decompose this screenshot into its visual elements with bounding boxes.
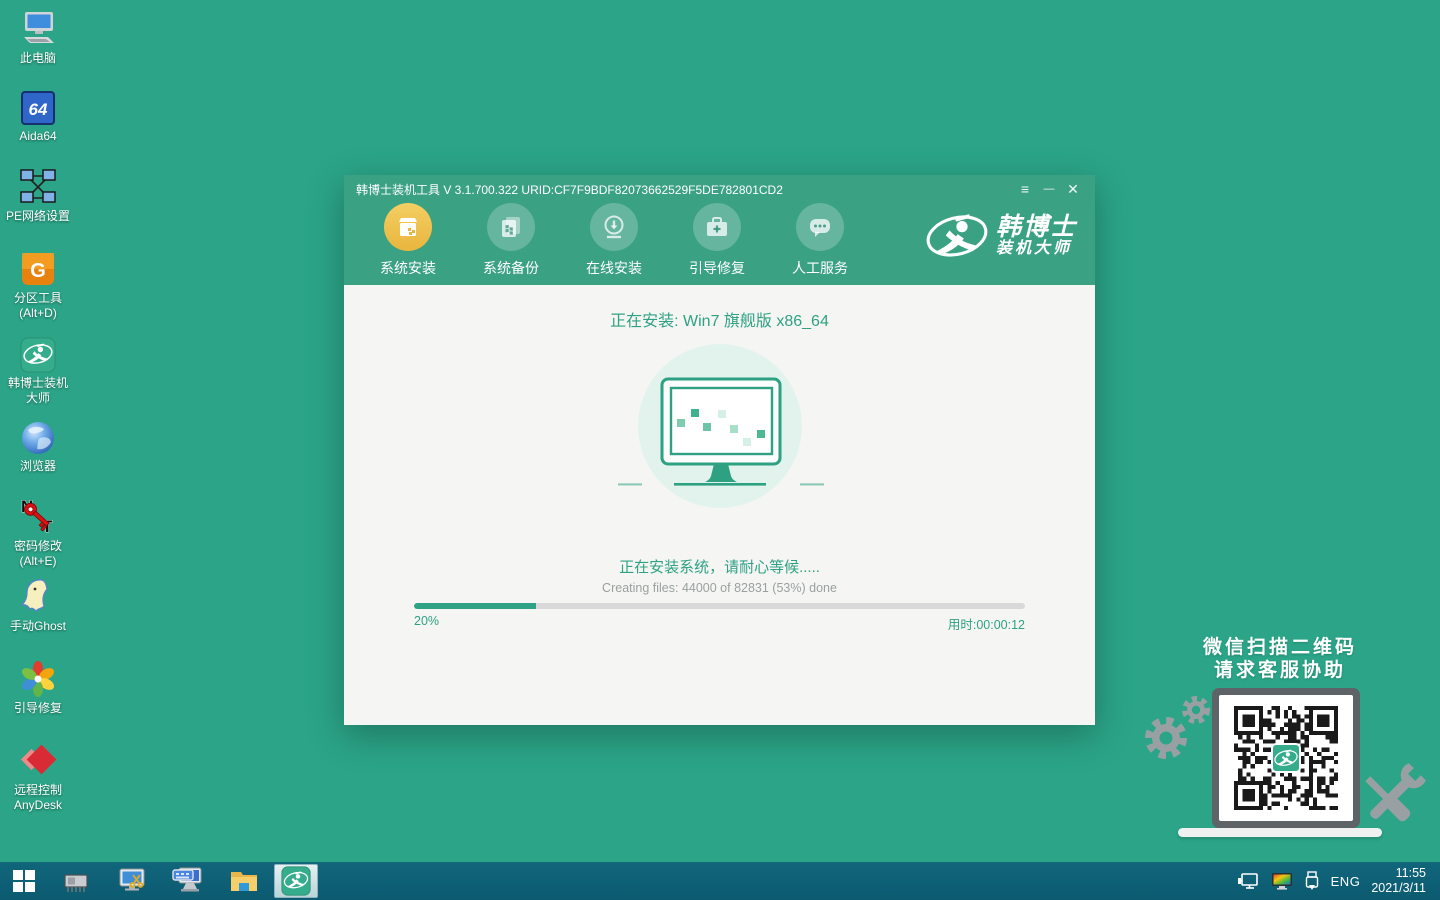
backup-icon — [487, 203, 535, 251]
desktop-icon-boot-repair[interactable]: 引导修复 — [0, 658, 76, 716]
brand-logo: 韩博士 装机大师 — [924, 211, 1077, 261]
desktop-icon-label: 浏览器 — [20, 459, 56, 474]
nt-password-icon: NT — [18, 496, 58, 536]
window-title: 韩博士装机工具 V 3.1.700.322 URID:CF7F9BDF82073… — [356, 181, 1013, 198]
desktop-icon-label2: AnyDesk — [14, 798, 62, 813]
ghost-icon — [18, 576, 58, 616]
start-button[interactable] — [0, 862, 48, 900]
desktop-icon-label: PE网络设置 — [6, 209, 70, 224]
toolbox-icon — [693, 203, 741, 251]
download-icon — [590, 203, 638, 251]
status-text-en: Creating files: 44000 of 82831 (53%) don… — [344, 581, 1095, 595]
svg-text:64: 64 — [29, 100, 48, 119]
tray-time: 11:55 — [1371, 866, 1426, 881]
qr-code — [1219, 695, 1353, 821]
installer-window: 韩博士装机工具 V 3.1.700.322 URID:CF7F9BDF82073… — [344, 175, 1095, 725]
titlebar[interactable]: 韩博士装机工具 V 3.1.700.322 URID:CF7F9BDF82073… — [344, 175, 1095, 203]
desktop-icon-label: 密码修改 — [14, 539, 62, 554]
desktop-icon-ghost[interactable]: 手动Ghost — [0, 576, 76, 634]
taskbar-on-screen-keyboard[interactable] — [160, 862, 216, 900]
display-settings-icon[interactable] — [1271, 872, 1293, 890]
close-button[interactable]: ✕ — [1061, 179, 1085, 199]
desktop-icon-label: 手动Ghost — [10, 619, 66, 634]
desktop-icon-label2: (Alt+E) — [19, 554, 56, 569]
desktop-icon-pe-network[interactable]: PE网络设置 — [0, 166, 76, 224]
taskbar-file-explorer[interactable] — [216, 862, 272, 900]
taskbar-chip-tool[interactable] — [48, 862, 104, 900]
nav-label: 系统安装 — [380, 258, 436, 278]
this-pc-icon — [18, 8, 58, 48]
window-header: 韩博士装机工具 V 3.1.700.322 URID:CF7F9BDF82073… — [344, 175, 1095, 285]
desktop-icon-label: 分区工具 — [14, 291, 62, 306]
desktop-icon-partition-tool[interactable]: G 分区工具 (Alt+D) — [0, 248, 76, 321]
nav-support[interactable]: 人工服务 — [784, 203, 856, 278]
nav-label: 人工服务 — [792, 258, 848, 278]
tray-clock[interactable]: 11:55 2021/3/11 — [1371, 866, 1426, 896]
progress-bar — [414, 603, 1025, 609]
desktop-icon-password[interactable]: NT 密码修改 (Alt+E) — [0, 496, 76, 569]
desktop-icon-label: 远程控制 — [14, 783, 62, 798]
brand-logo-icon — [924, 211, 990, 261]
desktop-icon-label: 引导修复 — [14, 701, 62, 716]
box-icon — [384, 203, 432, 251]
brand-name: 韩博士 — [996, 214, 1077, 240]
gears-icon — [1134, 694, 1216, 766]
nav-label: 在线安装 — [586, 258, 642, 278]
taskbar-hanboshi-app[interactable] — [274, 864, 318, 898]
anydesk-icon — [18, 740, 58, 780]
network-icon — [19, 166, 57, 206]
installing-title: 正在安装: Win7 旗舰版 x86_64 — [344, 307, 1095, 331]
nav-bar: 系统安装 系统备份 在线安装 引导修复 — [344, 203, 1095, 278]
brand-subname: 装机大师 — [996, 240, 1077, 258]
nav-system-backup[interactable]: 系统备份 — [475, 203, 547, 278]
tools-icon — [1344, 758, 1434, 843]
desktop-icon-label2: (Alt+D) — [19, 306, 57, 321]
window-body: 正在安装: Win7 旗舰版 x86_64 正在安装系统，请耐心等候..... … — [344, 285, 1095, 725]
desktop-icon-label2: 大师 — [26, 391, 50, 406]
network-icon[interactable] — [1238, 872, 1260, 890]
usb-eject-icon[interactable] — [1304, 871, 1320, 891]
chat-icon — [796, 203, 844, 251]
nav-online-install[interactable]: 在线安装 — [578, 203, 650, 278]
aida64-icon: 64 — [20, 86, 56, 126]
nav-label: 引导修复 — [689, 258, 745, 278]
taskbar-snip-tool[interactable] — [104, 862, 160, 900]
status-text-cn: 正在安装系统，请耐心等候..... — [344, 556, 1095, 577]
desktop-icon-label: Aida64 — [19, 129, 56, 144]
desktop-icon-this-pc[interactable]: 此电脑 — [0, 8, 76, 66]
progress-fill — [414, 603, 536, 609]
desktop-icon-anydesk[interactable]: 远程控制 AnyDesk — [0, 740, 76, 813]
elapsed-time-label: 用时:00:00:12 — [948, 614, 1025, 633]
qr-center-logo — [1271, 743, 1301, 773]
diskgenius-icon: G — [19, 248, 57, 288]
qr-laptop-frame — [1212, 688, 1360, 828]
svg-text:G: G — [30, 260, 46, 282]
desktop-icon-hanboshi[interactable]: 韩博士装机 大师 — [0, 333, 76, 406]
minimize-button[interactable]: — — [1037, 179, 1061, 199]
system-tray: ENG 11:55 2021/3/11 — [1238, 866, 1440, 896]
nav-boot-repair[interactable]: 引导修复 — [681, 203, 753, 278]
progress-percent-label: 20% — [414, 614, 439, 633]
menu-button[interactable]: ≡ — [1013, 179, 1037, 199]
globe-icon — [20, 416, 56, 456]
nav-label: 系统备份 — [483, 258, 539, 278]
qr-help-line2: 请求客服协助 — [1128, 659, 1432, 682]
qr-help-line1: 微信扫描二维码 — [1128, 636, 1432, 659]
nav-system-install[interactable]: 系统安装 — [372, 203, 444, 278]
desktop-icon-label: 此电脑 — [20, 51, 56, 66]
desktop-icon-aida64[interactable]: 64 Aida64 — [0, 86, 76, 144]
hanboshi-icon — [20, 333, 56, 373]
pinwheel-icon — [19, 658, 57, 698]
qr-help-panel: 微信扫描二维码 请求客服协助 — [1128, 636, 1432, 851]
language-indicator[interactable]: ENG — [1331, 874, 1361, 889]
desktop-icon-browser[interactable]: 浏览器 — [0, 416, 76, 474]
desktop-icon-label: 韩博士装机 — [8, 376, 68, 391]
monitor-illustration — [610, 337, 830, 522]
taskbar: ENG 11:55 2021/3/11 — [0, 862, 1440, 900]
tray-date: 2021/3/11 — [1371, 881, 1426, 896]
